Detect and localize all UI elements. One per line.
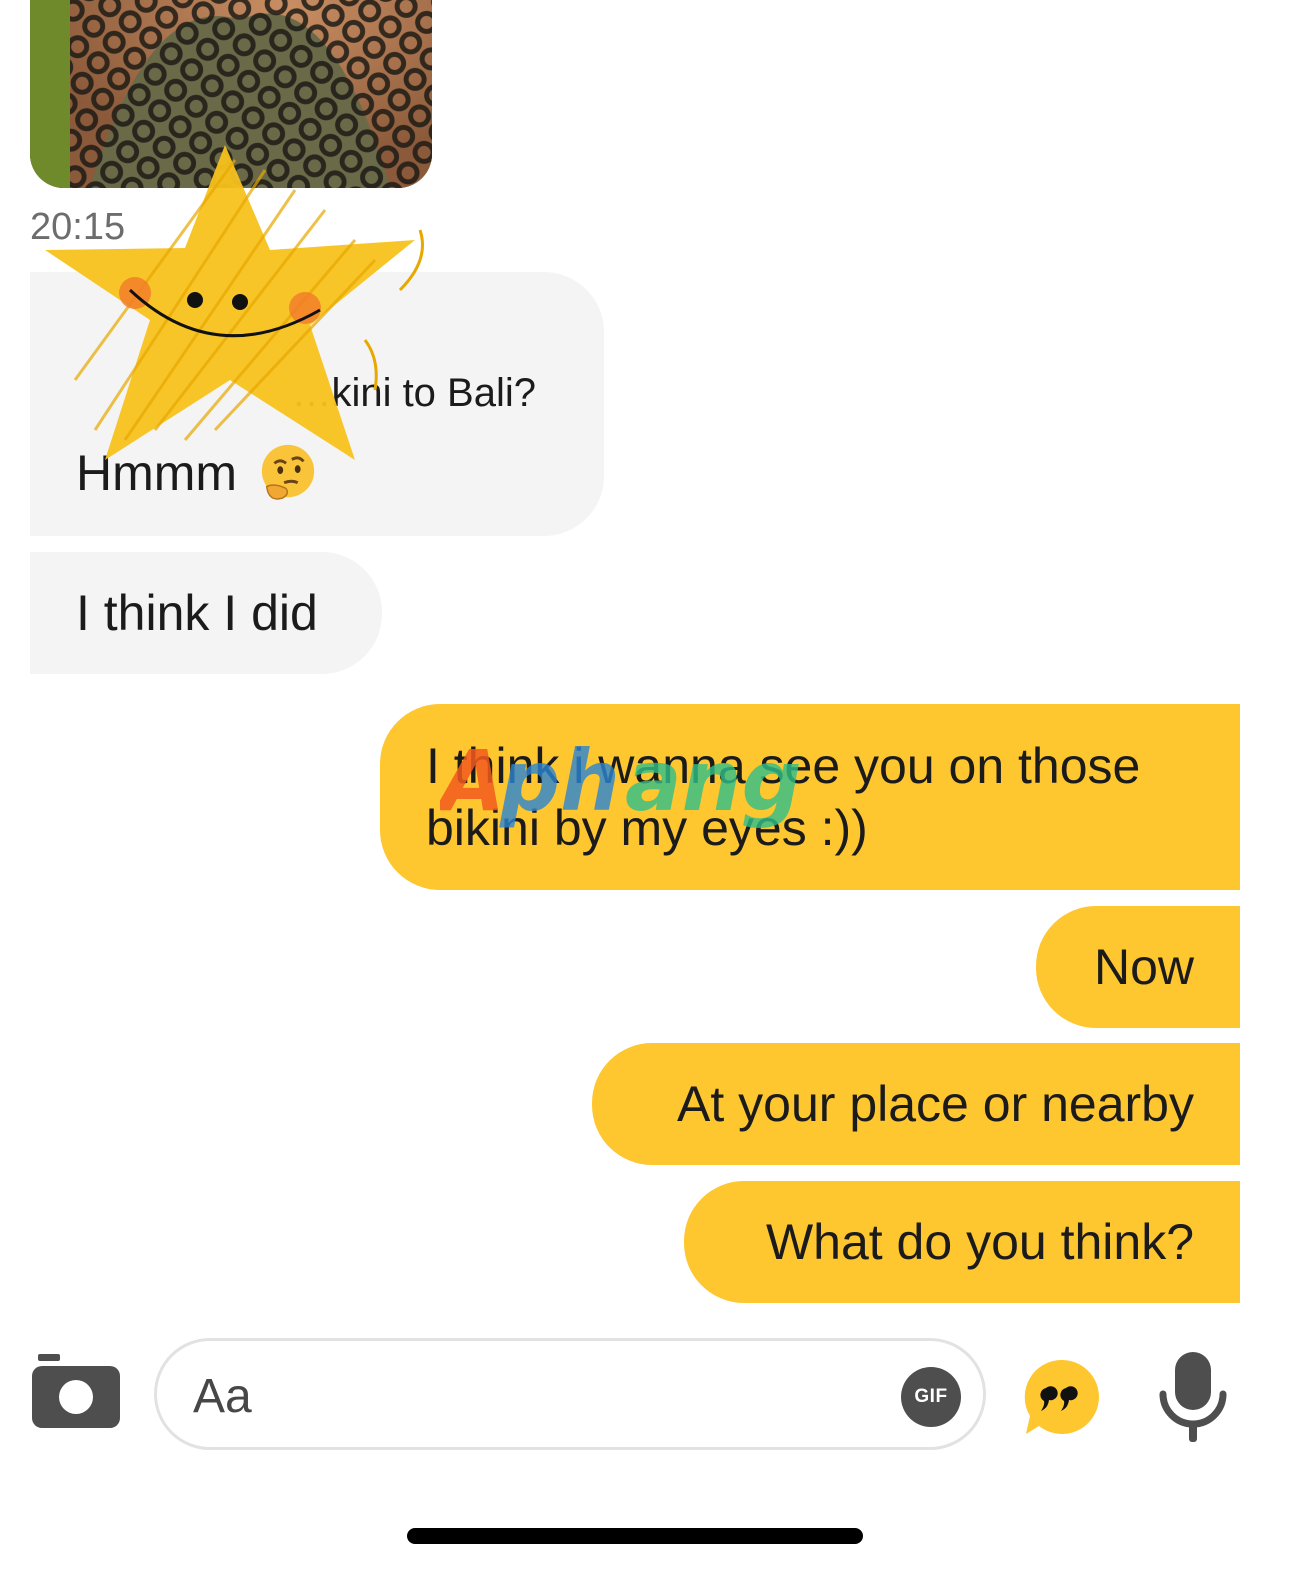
camera-icon[interactable] (30, 1352, 122, 1430)
thinking-face-emoji-icon (261, 444, 315, 500)
quoted-message-text: …kini to Bali? (291, 371, 536, 415)
message-input-placeholder: Aa (193, 1370, 252, 1423)
message-text: I think I did (76, 585, 318, 641)
received-photo[interactable] (30, 0, 432, 188)
quote-icon[interactable] (1024, 1358, 1102, 1436)
microphone-icon[interactable] (1158, 1350, 1228, 1444)
home-indicator[interactable] (407, 1528, 863, 1544)
outgoing-message-bubble[interactable]: Now (1036, 906, 1240, 1028)
message-text-line: bikini by my eyes :)) (426, 800, 868, 856)
outgoing-message-bubble[interactable]: I think i wanna see you on those bikini … (380, 704, 1240, 890)
outgoing-message-bubble[interactable]: What do you think? (684, 1181, 1240, 1303)
message-text: At your place or nearby (677, 1076, 1194, 1132)
incoming-message-bubble[interactable]: I think I did (30, 552, 382, 674)
message-text: What do you think? (765, 1214, 1194, 1270)
message-text: Hmmm (76, 445, 238, 501)
incoming-message-bubble[interactable]: …kini to Bali? Hmmm (30, 272, 604, 536)
message-text-line: I think i wanna see you on those (426, 738, 1141, 794)
gif-button[interactable]: GIF (901, 1367, 961, 1427)
message-timestamp: 20:15 (30, 206, 126, 248)
outgoing-message-bubble[interactable]: At your place or nearby (592, 1043, 1240, 1165)
message-text: Now (1093, 939, 1194, 995)
message-input[interactable]: Aa GIF (154, 1338, 986, 1450)
